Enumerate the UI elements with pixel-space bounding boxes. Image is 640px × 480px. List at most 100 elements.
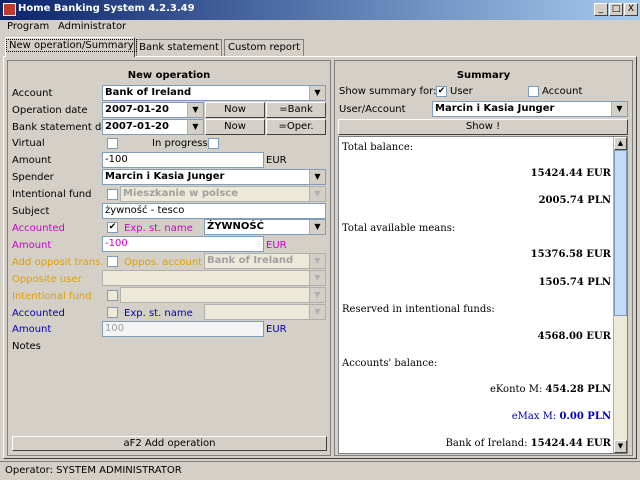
tab-label: New operation/Summary [6, 39, 137, 52]
user-account-value: Marcin i Kasia Junger [435, 103, 555, 114]
opposite-user-combo[interactable]: ▼ [102, 270, 326, 286]
scroll-up-icon[interactable]: ▲ [614, 137, 627, 150]
subject-label: Subject [12, 206, 50, 217]
exp-st-name2-label: Exp. st. name [124, 308, 193, 319]
chevron-down-icon[interactable]: ▼ [187, 120, 203, 134]
tab-new-operation-summary[interactable]: New operation/Summary [5, 37, 137, 57]
scroll-thumb[interactable] [614, 150, 627, 316]
reserved-value: 4568.00 EUR [537, 331, 611, 342]
notes-textarea[interactable] [11, 354, 327, 434]
account-row: Bank of Ireland: 15424.44 EUR [446, 438, 611, 449]
exp-st-name-combo[interactable]: ŻYWNOŚĆ ▼ [204, 219, 326, 235]
virtual-label: Virtual [12, 138, 45, 149]
maximize-button[interactable]: □ [609, 3, 623, 16]
menu-bar: Program Administrator [0, 20, 640, 36]
menu-program[interactable]: Program [7, 21, 49, 32]
amount3-input[interactable]: 100 [102, 321, 264, 337]
account-name: eKonto M: [489, 384, 543, 395]
spender-combo[interactable]: Marcin i Kasia Junger ▼ [102, 169, 326, 185]
statement-date-value: 2007-01-20 [105, 121, 169, 132]
amount3-currency: EUR [266, 324, 287, 335]
operator-status: Operator: SYSTEM ADMINISTRATOR [5, 465, 182, 476]
accounted2-checkbox[interactable] [107, 307, 118, 318]
amount-label: Amount [12, 155, 52, 166]
tab-bank-statement[interactable]: Bank statement [136, 39, 222, 56]
tab-custom-report[interactable]: Custom report [224, 39, 304, 56]
account-row: eMax M: 0.00 PLN [512, 411, 611, 422]
chevron-down-icon[interactable]: ▼ [309, 254, 325, 268]
status-bar: Operator: SYSTEM ADMINISTRATOR [0, 461, 640, 480]
scroll-down-icon[interactable]: ▼ [614, 440, 627, 453]
operation-date-value: 2007-01-20 [105, 104, 169, 115]
intentional-fund-combo[interactable]: Mieszkanie w polsce ▼ [120, 186, 326, 202]
exp-st-name-label: Exp. st. name [124, 223, 193, 234]
amount2-input[interactable]: -100 [102, 236, 264, 252]
chevron-down-icon[interactable]: ▼ [309, 86, 325, 100]
statement-date-oper-button[interactable]: =Oper. [266, 119, 326, 135]
amount-input[interactable]: -100 [102, 152, 264, 168]
add-opposit-label: Add opposit trans. [12, 257, 104, 268]
statement-date-now-button[interactable]: Now [205, 119, 265, 135]
summary-scrollbar[interactable]: ▲ ▼ [613, 137, 627, 453]
chevron-down-icon[interactable]: ▼ [309, 271, 325, 285]
chevron-down-icon[interactable]: ▼ [309, 305, 325, 319]
account-checkbox[interactable] [528, 86, 539, 97]
user-account-combo[interactable]: Marcin i Kasia Junger ▼ [432, 101, 628, 117]
intentional-fund2-label: Intentional fund [12, 291, 92, 302]
operation-date-combo[interactable]: 2007-01-20 ▼ [102, 102, 204, 118]
intentional-fund-checkbox[interactable] [107, 189, 118, 200]
menu-administrator[interactable]: Administrator [58, 21, 126, 32]
amount2-label: Amount [12, 240, 52, 251]
intentional-fund-value: Mieszkanie w polsce [123, 188, 238, 199]
app-icon [3, 3, 16, 16]
accounted2-label: Accounted [12, 308, 65, 319]
account-combo[interactable]: Bank of Ireland ▼ [102, 85, 326, 101]
operation-date-now-button[interactable]: Now [205, 102, 265, 118]
spender-value: Marcin i Kasia Junger [105, 171, 225, 182]
exp-st-name-value: ŻYWNOŚĆ [207, 221, 264, 232]
virtual-checkbox[interactable] [107, 138, 118, 149]
amount3-label: Amount [12, 324, 52, 335]
oppos-account-combo[interactable]: Bank of Ireland ▼ [204, 253, 326, 269]
account-name: eMax M: [511, 411, 557, 422]
notes-label: Notes [12, 341, 41, 352]
intentional-fund2-combo[interactable]: ▼ [120, 287, 326, 303]
account-name: Bank of Ireland: [445, 438, 528, 449]
show-button[interactable]: Show ! [338, 119, 628, 135]
minimize-button[interactable]: _ [594, 3, 608, 16]
intentional-fund2-checkbox[interactable] [107, 290, 118, 301]
chevron-down-icon[interactable]: ▼ [309, 288, 325, 302]
account-checkbox-label: Account [542, 86, 583, 97]
close-button[interactable]: X [624, 3, 638, 16]
add-operation-button[interactable]: aF2 Add operation [12, 436, 327, 451]
accounted-checkbox[interactable]: ✔ [107, 222, 118, 233]
reserved-label: Reserved in intentional funds: [342, 304, 495, 315]
add-opposit-checkbox[interactable] [107, 256, 118, 267]
account-label: Account [12, 88, 53, 99]
account-value: 0.00 PLN [559, 411, 611, 422]
total-balance-label: Total balance: [342, 142, 414, 153]
operation-date-label: Operation date [12, 105, 88, 116]
available-label: Total available means: [342, 223, 456, 234]
account-value: 454.28 PLN [545, 384, 611, 395]
chevron-down-icon[interactable]: ▼ [187, 103, 203, 117]
exp-st-name2-combo[interactable]: ▼ [204, 304, 326, 320]
operation-date-bank-button[interactable]: =Bank [266, 102, 326, 118]
total-balance-eur: 15424.44 EUR [530, 168, 611, 179]
spender-label: Spender [12, 172, 54, 183]
subject-input[interactable]: żywność - tesco [102, 203, 326, 219]
accounts-balance-label: Accounts' balance: [342, 358, 438, 369]
total-balance-pln: 2005.74 PLN [538, 195, 611, 206]
chevron-down-icon[interactable]: ▼ [309, 170, 325, 184]
statement-date-combo[interactable]: 2007-01-20 ▼ [102, 119, 204, 135]
in-progress-checkbox[interactable] [208, 138, 219, 149]
user-checkbox[interactable]: ✔ [436, 86, 447, 97]
oppos-account-value: Bank of Ireland [207, 255, 294, 266]
user-account-label: User/Account [339, 104, 406, 115]
chevron-down-icon[interactable]: ▼ [309, 220, 325, 234]
opposite-user-label: Opposite user [12, 274, 82, 285]
chevron-down-icon[interactable]: ▼ [309, 187, 325, 201]
chevron-down-icon[interactable]: ▼ [611, 102, 627, 116]
new-operation-title: New operation [127, 70, 211, 81]
in-progress-label: In progress [152, 138, 208, 149]
